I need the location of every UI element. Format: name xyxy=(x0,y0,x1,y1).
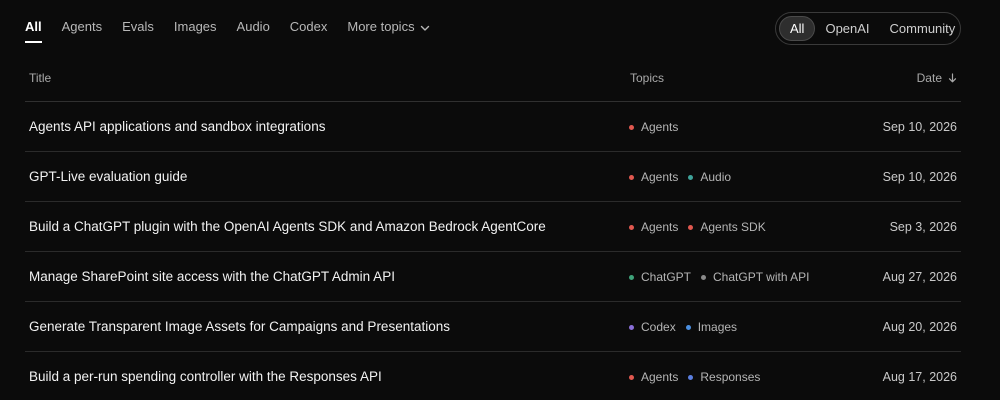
arrow-down-icon xyxy=(948,73,957,83)
column-header-title: Title xyxy=(29,71,52,85)
article-date: Aug 27, 2026 xyxy=(882,270,957,284)
table-row[interactable]: GPT-Live evaluation guide Agents Audio S… xyxy=(25,152,961,202)
topic-tabs: All Agents Evals Images Audio Codex More… xyxy=(25,0,450,52)
table-row[interactable]: Generate Transparent Image Assets for Ca… xyxy=(25,302,961,352)
topic-list: Codex Images xyxy=(629,320,747,334)
article-date: Sep 10, 2026 xyxy=(882,170,957,184)
article-title[interactable]: Build a ChatGPT plugin with the OpenAI A… xyxy=(29,219,546,234)
topic-tag: Images xyxy=(685,320,738,334)
article-title[interactable]: GPT-Live evaluation guide xyxy=(29,169,187,184)
topic-label: ChatGPT with API xyxy=(713,270,810,284)
filter-all-button[interactable]: All xyxy=(779,16,816,41)
topic-tag: Agents xyxy=(629,170,678,184)
topic-label: Agents xyxy=(641,120,679,134)
topic-dot-icon xyxy=(685,324,691,330)
tab-agents[interactable]: Agents xyxy=(62,0,102,52)
tab-codex[interactable]: Codex xyxy=(290,0,328,52)
topic-tag: Codex xyxy=(629,320,676,334)
article-title[interactable]: Agents API applications and sandbox inte… xyxy=(29,119,325,134)
topic-list: Agents Responses xyxy=(629,370,770,384)
topic-dot-icon xyxy=(629,324,634,330)
articles-table: Title Topics Date Agents API application… xyxy=(25,52,961,400)
topic-tag: ChatGPT with API xyxy=(701,270,810,284)
topic-tag: Agents xyxy=(629,220,678,234)
topic-dot-icon xyxy=(629,274,634,280)
topic-label: Audio xyxy=(700,170,732,184)
topic-list: Agents Agents SDK xyxy=(629,220,776,234)
table-row[interactable]: Build a ChatGPT plugin with the OpenAI A… xyxy=(25,202,961,252)
topic-label: ChatGPT xyxy=(641,270,692,284)
article-title[interactable]: Manage SharePoint site access with the C… xyxy=(29,269,395,284)
tab-all[interactable]: All xyxy=(25,0,42,52)
topic-tag: Agents xyxy=(629,120,678,134)
date-header-label: Date xyxy=(916,71,942,85)
topic-dot-icon xyxy=(629,224,634,230)
article-title[interactable]: Build a per-run spending controller with… xyxy=(29,369,382,384)
article-date: Aug 17, 2026 xyxy=(882,370,957,384)
article-date: Sep 10, 2026 xyxy=(882,120,957,134)
topic-tag: Agents SDK xyxy=(688,220,766,234)
topic-dot-icon xyxy=(629,124,634,130)
filter-openai-button[interactable]: OpenAI xyxy=(815,16,879,41)
table-row[interactable]: Agents API applications and sandbox inte… xyxy=(25,102,961,152)
topic-label: Agents xyxy=(641,220,679,234)
topic-label: Agents SDK xyxy=(700,220,766,234)
tab-evals[interactable]: Evals xyxy=(122,0,154,52)
topic-dot-icon xyxy=(688,174,694,180)
cookbook-page: All Agents Evals Images Audio Codex More… xyxy=(0,0,1000,400)
topic-list: ChatGPT ChatGPT with API xyxy=(629,270,820,284)
topic-dot-icon xyxy=(688,374,694,380)
article-date: Aug 20, 2026 xyxy=(882,320,957,334)
topic-dot-icon xyxy=(629,174,634,180)
column-header-date-sort[interactable]: Date xyxy=(917,71,957,85)
topic-label: Responses xyxy=(700,370,761,384)
tab-audio[interactable]: Audio xyxy=(237,0,270,52)
table-row[interactable]: Manage SharePoint site access with the C… xyxy=(25,252,961,302)
topic-tag: Agents xyxy=(629,370,678,384)
topic-label: Agents xyxy=(641,370,679,384)
topic-dot-icon xyxy=(629,374,634,380)
topic-tag: Responses xyxy=(688,370,760,384)
more-topics-label: More topics xyxy=(347,19,415,34)
table-row[interactable]: Build a per-run spending controller with… xyxy=(25,352,961,400)
tab-images[interactable]: Images xyxy=(174,0,217,52)
topic-label: Codex xyxy=(641,320,676,334)
article-date: Sep 3, 2026 xyxy=(889,220,957,234)
chevron-down-icon xyxy=(420,25,429,31)
table-header: Title Topics Date xyxy=(25,52,961,102)
topic-list: Agents xyxy=(629,120,688,134)
topic-list: Agents Audio xyxy=(629,170,741,184)
topic-tag: ChatGPT xyxy=(629,270,691,284)
topic-dot-icon xyxy=(701,274,707,280)
topic-label: Agents xyxy=(641,170,679,184)
topic-label: Images xyxy=(697,320,738,334)
filter-community-button[interactable]: Community xyxy=(880,16,966,41)
source-filter: All OpenAI Community xyxy=(775,12,961,45)
topic-tag: Audio xyxy=(688,170,731,184)
topic-dot-icon xyxy=(688,224,694,230)
column-header-topics: Topics xyxy=(630,71,665,85)
article-title[interactable]: Generate Transparent Image Assets for Ca… xyxy=(29,319,450,334)
more-topics-dropdown[interactable]: More topics xyxy=(347,0,429,52)
